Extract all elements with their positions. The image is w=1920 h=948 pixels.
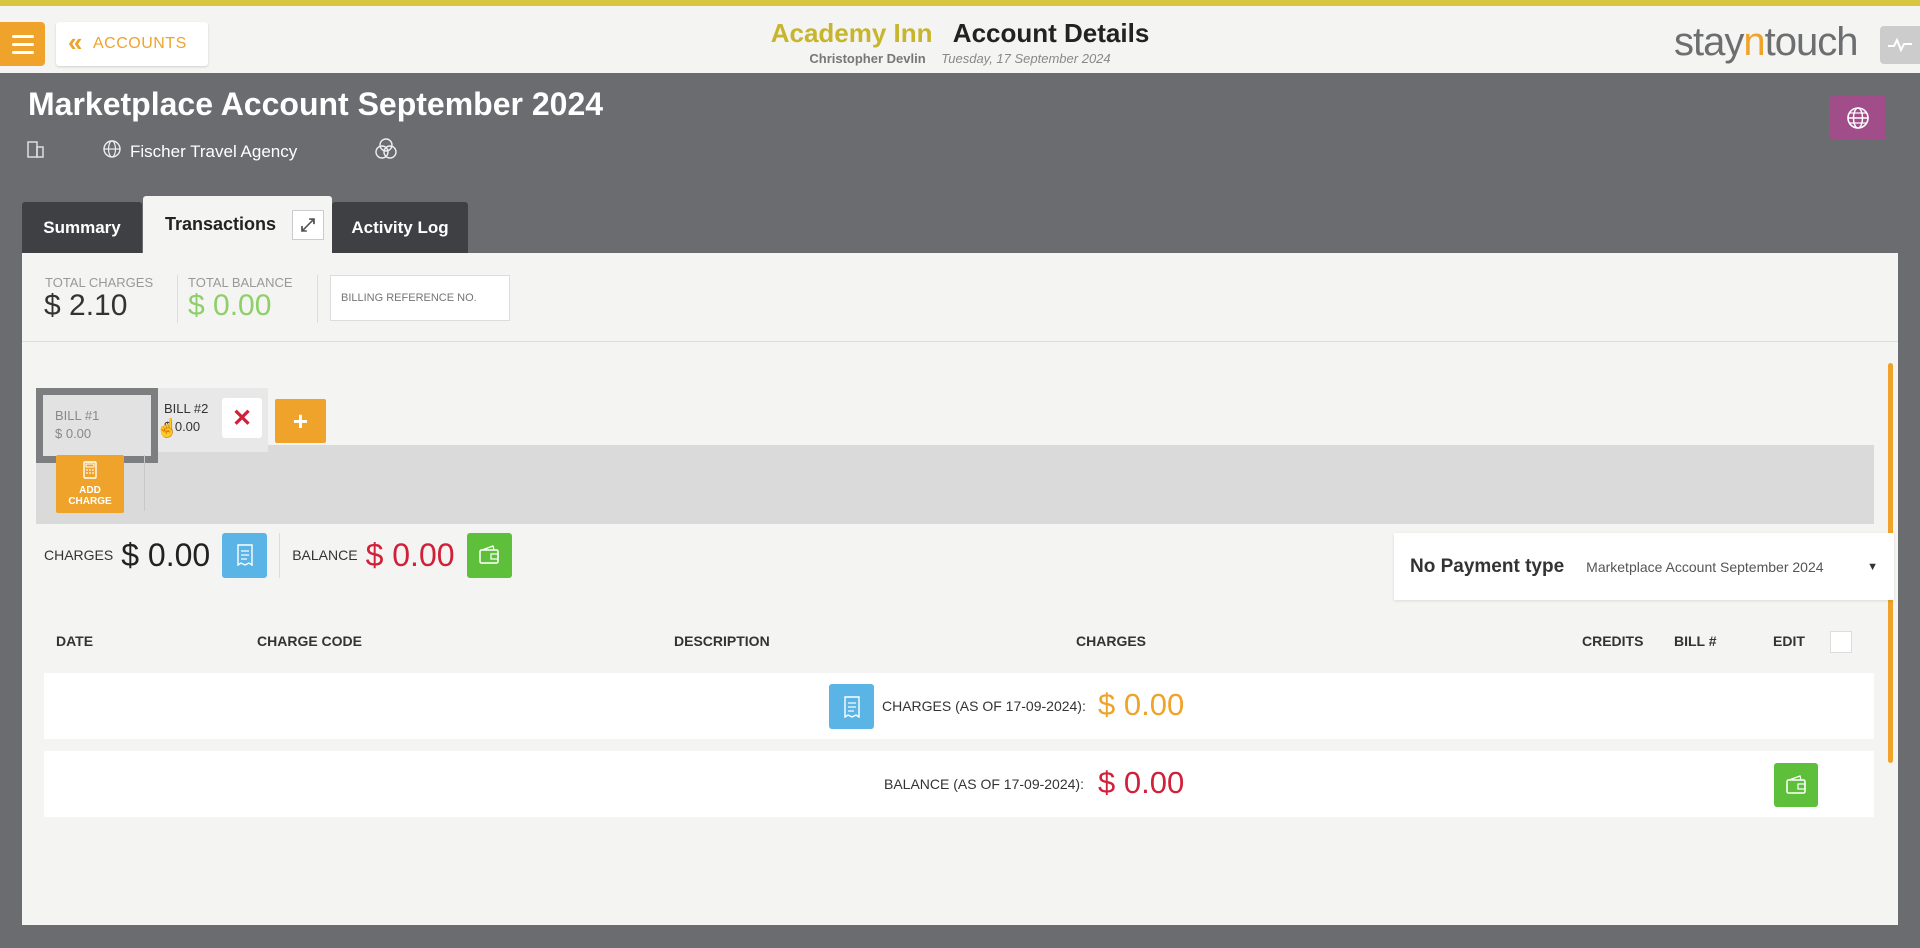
divider (317, 275, 318, 323)
account-info-row: Fischer Travel Agency (26, 136, 399, 168)
tab-activity-log[interactable]: Activity Log (332, 202, 468, 253)
business-date: Tuesday, 17 September 2024 (941, 51, 1111, 66)
billing-reference-input[interactable] (330, 275, 510, 321)
column-header-bill-number: BILL # (1674, 633, 1717, 649)
wallet-icon (479, 545, 499, 564)
bill-toolbar (36, 445, 1874, 524)
column-header-description: DESCRIPTION (674, 633, 770, 649)
menu-button[interactable] (0, 22, 45, 66)
total-balance-value: $ 0.00 (188, 289, 272, 322)
remove-bill-button[interactable]: ✕ (222, 398, 262, 438)
column-header-charge-code: CHARGE CODE (257, 633, 363, 649)
user-name: Christopher Devlin (809, 51, 926, 66)
total-charges-label: TOTAL CHARGES (45, 275, 154, 290)
double-chevron-left-icon: « (68, 27, 83, 57)
invoice-button[interactable] (222, 532, 268, 578)
receipt-icon (843, 695, 860, 718)
add-charge-line2: CHARGE (68, 496, 112, 507)
charges-total-row: CHARGES (AS OF 17-09-2024): $ 0.00 (44, 673, 1874, 739)
total-charges-value: $ 2.10 (44, 289, 128, 322)
building-icon[interactable] (26, 139, 46, 165)
bill-amount: $ 0.00 (55, 426, 92, 441)
page-title: Account Details (952, 18, 1150, 48)
account-title: Marketplace Account September 2024 (28, 86, 604, 122)
add-bill-button[interactable]: + (275, 399, 326, 443)
balance-as-of-label: BALANCE (AS OF 17-09-2024): (884, 776, 1084, 792)
divider (279, 532, 281, 578)
payment-account-select[interactable]: Marketplace Account September 2024 (1586, 559, 1867, 575)
receipt-icon (237, 544, 253, 566)
payment-type-selector[interactable]: No Payment type Marketplace Account Sept… (1394, 533, 1894, 600)
add-charge-button[interactable]: ADD CHARGE (56, 455, 124, 513)
select-all-checkbox[interactable] (1830, 631, 1852, 653)
globe-icon (1847, 107, 1869, 129)
hotel-name: Academy Inn (770, 18, 933, 48)
column-header-credits: CREDITS (1582, 633, 1644, 649)
top-header: « ACCOUNTS Academy Inn Account Details C… (0, 0, 1920, 73)
hand-cursor-icon: ☝ (156, 418, 179, 438)
menu-icon-bar (11, 42, 34, 46)
menu-icon-bar (11, 34, 34, 38)
caret-down-icon[interactable]: ▼ (1867, 561, 1878, 573)
transactions-panel: TOTAL CHARGES $ 2.10 TOTAL BALANCE $ 0.0… (22, 253, 1898, 925)
tab-transactions-label: Transactions (165, 214, 277, 234)
charges-as-of-value: $ 0.00 (1098, 687, 1185, 722)
column-header-edit: EDIT (1773, 633, 1805, 649)
payment-button[interactable] (1774, 763, 1818, 807)
balance-as-of-value: $ 0.00 (1098, 765, 1185, 800)
globe-button[interactable] (1830, 96, 1886, 140)
stayntouch-logo: stayntouch (1674, 20, 1858, 64)
column-header-charges: CHARGES (1076, 633, 1147, 649)
add-charge-line1: ADD (79, 485, 101, 496)
wallet-icon (1786, 775, 1806, 794)
payment-type-label: No Payment type (1410, 555, 1565, 577)
expand-icon[interactable]: ⤢ (292, 210, 324, 240)
balance-value: $ 0.00 (365, 536, 455, 573)
travel-agency-link[interactable]: Fischer Travel Agency (130, 142, 297, 162)
tab-summary[interactable]: Summary (22, 202, 142, 253)
linked-circles-icon[interactable] (373, 136, 399, 168)
charges-label: CHARGES (44, 547, 114, 563)
total-balance-label: TOTAL BALANCE (188, 275, 293, 290)
header-title-block: Academy Inn Account Details Christopher … (700, 18, 1220, 66)
globe-icon (102, 139, 122, 165)
payment-button[interactable] (466, 532, 512, 578)
charges-as-of-label: CHARGES (AS OF 17-09-2024): (882, 698, 1086, 714)
bill-label: BILL #1 (55, 408, 100, 423)
balance-total-row: BALANCE (AS OF 17-09-2024): $ 0.00 (44, 751, 1874, 817)
menu-icon-bar (11, 50, 34, 54)
tab-transactions[interactable]: Transactions ⤢ (143, 196, 332, 253)
back-to-accounts-button[interactable]: « ACCOUNTS (56, 22, 208, 66)
charges-value: $ 0.00 (121, 536, 211, 573)
bill-summary: CHARGES $ 0.00 BALANCE $ 0.00 (44, 530, 512, 580)
column-header-date: DATE (56, 633, 94, 649)
balance-label: BALANCE (292, 547, 358, 563)
divider (144, 455, 145, 511)
divider (177, 275, 178, 323)
activity-pulse-icon[interactable] (1880, 26, 1920, 64)
divider (22, 341, 1898, 342)
bill-tab-1[interactable]: BILL #1 $ 0.00 (36, 388, 158, 463)
invoice-button[interactable] (829, 684, 874, 729)
calculator-icon (56, 461, 124, 482)
back-label: ACCOUNTS (92, 35, 187, 52)
